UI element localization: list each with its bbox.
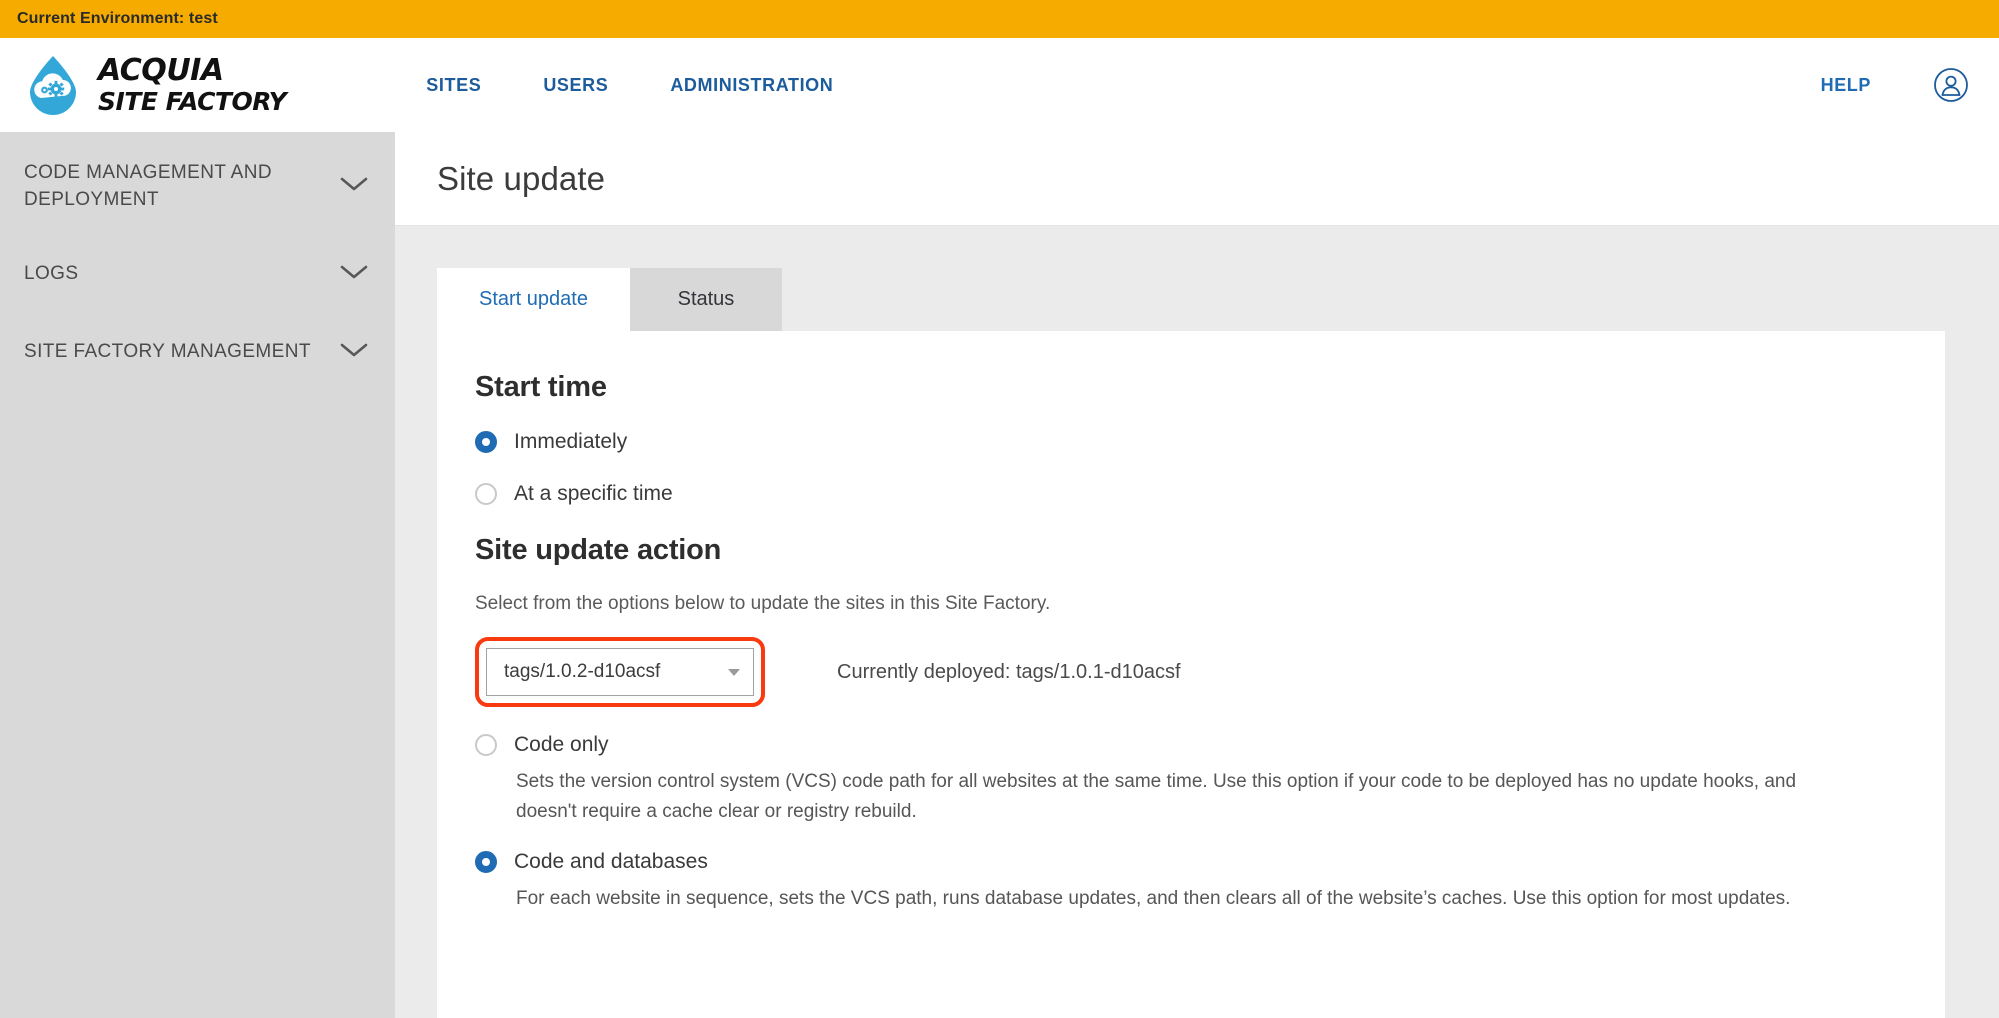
page-title-bar: Site update <box>395 132 1999 227</box>
option-code-and-databases-description: For each website in sequence, sets the V… <box>516 888 1791 910</box>
radio-immediately-indicator[interactable] <box>475 431 497 454</box>
dropdown-caret-icon <box>728 668 740 676</box>
release-select-row: tags/1.0.2-d10acsf Currently deployed: t… <box>475 637 1907 708</box>
option-code-and-databases: Code and databases For each website in s… <box>475 850 1907 913</box>
chevron-down-icon <box>339 341 369 364</box>
content-column: Site update Start update Status Start ti… <box>395 132 1999 1018</box>
nav-item-administration[interactable]: ADMINISTRATION <box>670 75 833 96</box>
radio-at-a-specific-time-indicator[interactable] <box>475 483 497 506</box>
sidebar: CODE MANAGEMENT AND DEPLOYMENT LOGS SITE… <box>0 132 395 1018</box>
radio-code-only-label: Code only <box>514 733 609 757</box>
chevron-down-icon <box>339 175 369 198</box>
sidebar-item-label: SITE FACTORY MANAGEMENT <box>24 340 311 362</box>
tab-start-update[interactable]: Start update <box>437 268 630 332</box>
environment-banner-text: Current Environment: test <box>17 10 218 27</box>
sidebar-item-logs[interactable]: LOGS <box>0 235 395 313</box>
radio-option-code-only[interactable]: Code only <box>475 733 1907 757</box>
option-code-only-description: Sets the version control system (VCS) co… <box>516 771 1797 822</box>
radio-option-at-a-specific-time[interactable]: At a specific time <box>475 482 1907 506</box>
radio-option-immediately[interactable]: Immediately <box>475 430 1907 454</box>
radio-option-code-and-databases[interactable]: Code and databases <box>475 850 1907 874</box>
radio-code-and-databases-label: Code and databases <box>514 850 708 874</box>
brand-wordmark: ACQUIA SITE FACTORY <box>98 53 287 116</box>
brand-name-line2: SITE FACTORY <box>98 87 287 116</box>
user-account-icon[interactable] <box>1933 67 1969 103</box>
sidebar-item-label: LOGS <box>24 262 79 284</box>
sidebar-item-code-management-and-deployment[interactable]: CODE MANAGEMENT AND DEPLOYMENT <box>0 138 395 235</box>
main-navigation: SITES USERS ADMINISTRATION <box>426 75 833 96</box>
site-update-action-heading: Site update action <box>475 534 722 567</box>
site-header: ACQUIA SITE FACTORY SITES USERS ADMINIST… <box>0 38 1999 132</box>
site-update-action-helper-text: Select from the options below to update … <box>475 593 1051 615</box>
page-body: CODE MANAGEMENT AND DEPLOYMENT LOGS SITE… <box>0 132 1999 1018</box>
radio-at-a-specific-time-label: At a specific time <box>514 482 673 506</box>
content-area: Start update Status Start time Immediate… <box>395 226 1999 1018</box>
start-update-panel: Start time Immediately At a specific tim… <box>437 331 1945 1018</box>
chevron-down-icon <box>339 263 369 286</box>
brand-logo[interactable]: ACQUIA SITE FACTORY <box>22 53 287 116</box>
radio-code-and-databases-indicator[interactable] <box>475 851 497 874</box>
environment-banner: Current Environment: test <box>0 0 1999 38</box>
help-link[interactable]: HELP <box>1821 75 1871 96</box>
currently-deployed-text: Currently deployed: tags/1.0.1-d10acsf <box>837 660 1181 683</box>
release-select-value: tags/1.0.2-d10acsf <box>504 661 661 683</box>
release-select[interactable]: tags/1.0.2-d10acsf <box>486 648 754 697</box>
radio-code-only-indicator[interactable] <box>475 734 497 757</box>
tab-status[interactable]: Status <box>629 268 782 332</box>
highlight-annotation-box: tags/1.0.2-d10acsf <box>475 637 765 708</box>
acquia-droplet-icon <box>22 54 84 116</box>
page-title: Site update <box>437 159 606 197</box>
start-time-heading: Start time <box>475 371 607 404</box>
header-right-actions: HELP <box>1821 67 1969 103</box>
nav-item-users[interactable]: USERS <box>543 75 608 96</box>
tab-bar: Start update Status <box>437 268 1945 332</box>
radio-immediately-label: Immediately <box>514 430 628 454</box>
option-code-only: Code only Sets the version control syste… <box>475 733 1907 826</box>
nav-item-sites[interactable]: SITES <box>426 75 481 96</box>
sidebar-item-label: CODE MANAGEMENT AND DEPLOYMENT <box>24 162 272 210</box>
sidebar-item-site-factory-management[interactable]: SITE FACTORY MANAGEMENT <box>0 313 395 391</box>
brand-name-line1: ACQUIA <box>98 53 224 88</box>
